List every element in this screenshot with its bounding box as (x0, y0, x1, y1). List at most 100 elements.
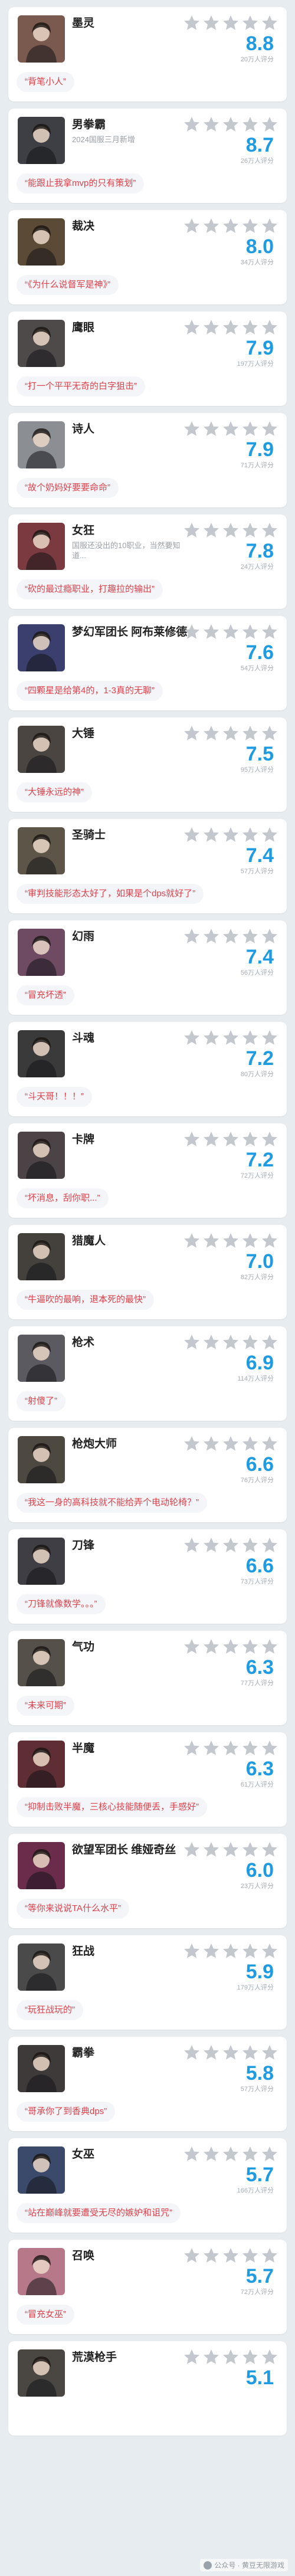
star-icon[interactable] (183, 623, 201, 641)
star-icon[interactable] (241, 826, 259, 844)
star-rating[interactable] (178, 522, 278, 539)
star-icon[interactable] (222, 1029, 240, 1047)
star-icon[interactable] (241, 1232, 259, 1250)
star-icon[interactable] (261, 14, 278, 32)
class-rating-card[interactable]: 刀锋 6.6 73万人评分 “刀锋就像数学。。。” (8, 1529, 287, 1624)
class-rating-card[interactable]: 气功 6.3 77万人评分 “未来可期” (8, 1631, 287, 1725)
star-icon[interactable] (183, 1232, 201, 1250)
star-icon[interactable] (222, 1232, 240, 1250)
star-rating[interactable] (178, 1232, 278, 1250)
star-icon[interactable] (183, 2348, 201, 2366)
star-icon[interactable] (222, 1739, 240, 1757)
star-icon[interactable] (241, 725, 259, 742)
class-rating-card[interactable]: 枪炮大师 6.6 76万人评分 “我这一身的高科技就不能给弄个电动轮椅？” (8, 1428, 287, 1522)
star-rating[interactable] (178, 725, 278, 742)
class-rating-card[interactable]: 梦幻军团长 阿布莱修德 7.6 54万人评分 “四颗星是给第4的，1-3真的无聊” (8, 616, 287, 710)
star-icon[interactable] (261, 1841, 278, 1859)
star-icon[interactable] (222, 725, 240, 742)
star-icon[interactable] (202, 1130, 220, 1148)
star-icon[interactable] (202, 1942, 220, 1960)
star-icon[interactable] (261, 623, 278, 641)
star-icon[interactable] (222, 1942, 240, 1960)
star-icon[interactable] (183, 1130, 201, 1148)
star-icon[interactable] (261, 319, 278, 336)
star-icon[interactable] (222, 826, 240, 844)
class-rating-card[interactable]: 欲望军团长 维娅奇丝 6.0 23万人评分 “等你来说说TA什么水平” (8, 1834, 287, 1928)
class-rating-card[interactable]: 幻雨 7.4 56万人评分 “冒充坏透” (8, 920, 287, 1015)
star-icon[interactable] (241, 2145, 259, 2163)
star-rating[interactable] (178, 1841, 278, 1859)
star-icon[interactable] (241, 928, 259, 945)
class-rating-card[interactable]: 女狂 国服还没出的10职业，当然要知道... 7.8 24万人评分 “砍的最过瘾职业，打… (8, 514, 287, 609)
class-rating-card[interactable]: 半魔 6.3 61万人评分 “抑制击败半魔，三核心技能随便丢，手感好” (8, 1732, 287, 1827)
star-icon[interactable] (222, 217, 240, 235)
star-rating[interactable] (178, 1942, 278, 1960)
class-rating-card[interactable]: 诗人 7.9 71万人评分 “故个奶妈好要要命命” (8, 413, 287, 507)
class-rating-card[interactable]: 卡牌 7.2 72万人评分 “坏消息，刮你职...” (8, 1123, 287, 1218)
star-rating[interactable] (178, 623, 278, 641)
star-icon[interactable] (241, 1435, 259, 1453)
star-icon[interactable] (202, 14, 220, 32)
star-icon[interactable] (202, 217, 220, 235)
star-icon[interactable] (241, 319, 259, 336)
star-icon[interactable] (183, 826, 201, 844)
star-icon[interactable] (241, 14, 259, 32)
star-icon[interactable] (222, 319, 240, 336)
star-rating[interactable] (178, 1536, 278, 1554)
star-icon[interactable] (222, 623, 240, 641)
star-rating[interactable] (178, 1638, 278, 1656)
star-icon[interactable] (261, 1942, 278, 1960)
star-icon[interactable] (261, 420, 278, 438)
star-icon[interactable] (241, 1739, 259, 1757)
class-rating-card[interactable]: 霸拳 5.8 57万人评分 “哥承你了到香典dps” (8, 2037, 287, 2131)
star-icon[interactable] (241, 2247, 259, 2264)
star-icon[interactable] (222, 420, 240, 438)
star-icon[interactable] (241, 1536, 259, 1554)
star-rating[interactable] (178, 14, 278, 32)
star-rating[interactable] (178, 928, 278, 945)
star-icon[interactable] (202, 1536, 220, 1554)
star-icon[interactable] (222, 14, 240, 32)
star-icon[interactable] (261, 1739, 278, 1757)
star-icon[interactable] (222, 2044, 240, 2062)
star-icon[interactable] (183, 217, 201, 235)
star-icon[interactable] (183, 1942, 201, 1960)
star-icon[interactable] (261, 826, 278, 844)
star-icon[interactable] (202, 2348, 220, 2366)
star-icon[interactable] (202, 2145, 220, 2163)
star-icon[interactable] (222, 2348, 240, 2366)
star-icon[interactable] (202, 1739, 220, 1757)
star-icon[interactable] (261, 1232, 278, 1250)
star-rating[interactable] (178, 2044, 278, 2062)
star-icon[interactable] (241, 420, 259, 438)
star-icon[interactable] (202, 1232, 220, 1250)
star-icon[interactable] (241, 1029, 259, 1047)
star-icon[interactable] (261, 1029, 278, 1047)
star-icon[interactable] (183, 14, 201, 32)
star-icon[interactable] (261, 1435, 278, 1453)
star-icon[interactable] (261, 2044, 278, 2062)
class-rating-card[interactable]: 大锤 7.5 95万人评分 “大锤永远的神” (8, 717, 287, 812)
star-icon[interactable] (261, 725, 278, 742)
class-rating-card[interactable]: 猎魔人 7.0 82万人评分 “牛逼吹的最响，退本死的最快” (8, 1225, 287, 1319)
star-rating[interactable] (178, 420, 278, 438)
star-icon[interactable] (261, 217, 278, 235)
star-icon[interactable] (183, 1333, 201, 1351)
class-rating-card[interactable]: 女巫 5.7 166万人评分 “站在巅峰就要遭受无尽的嫉妒和诅咒” (8, 2138, 287, 2233)
star-icon[interactable] (222, 1333, 240, 1351)
star-icon[interactable] (183, 116, 201, 133)
star-icon[interactable] (202, 928, 220, 945)
star-icon[interactable] (202, 116, 220, 133)
star-icon[interactable] (183, 1435, 201, 1453)
star-icon[interactable] (241, 522, 259, 539)
star-rating[interactable] (178, 1739, 278, 1757)
class-rating-card[interactable]: 荒漠枪手 5.1 (8, 2341, 287, 2436)
star-icon[interactable] (202, 319, 220, 336)
class-rating-card[interactable]: 召唤 5.7 72万人评分 “冒充女巫” (8, 2240, 287, 2334)
star-rating[interactable] (178, 2348, 278, 2366)
star-icon[interactable] (202, 1638, 220, 1656)
star-icon[interactable] (261, 1638, 278, 1656)
class-rating-card[interactable]: 圣骑士 7.4 57万人评分 “审判技能形态太好了，如果是个dps就好了” (8, 819, 287, 913)
star-icon[interactable] (222, 1638, 240, 1656)
class-rating-card[interactable]: 斗魂 7.2 80万人评分 “斗天哥！！！” (8, 1022, 287, 1116)
